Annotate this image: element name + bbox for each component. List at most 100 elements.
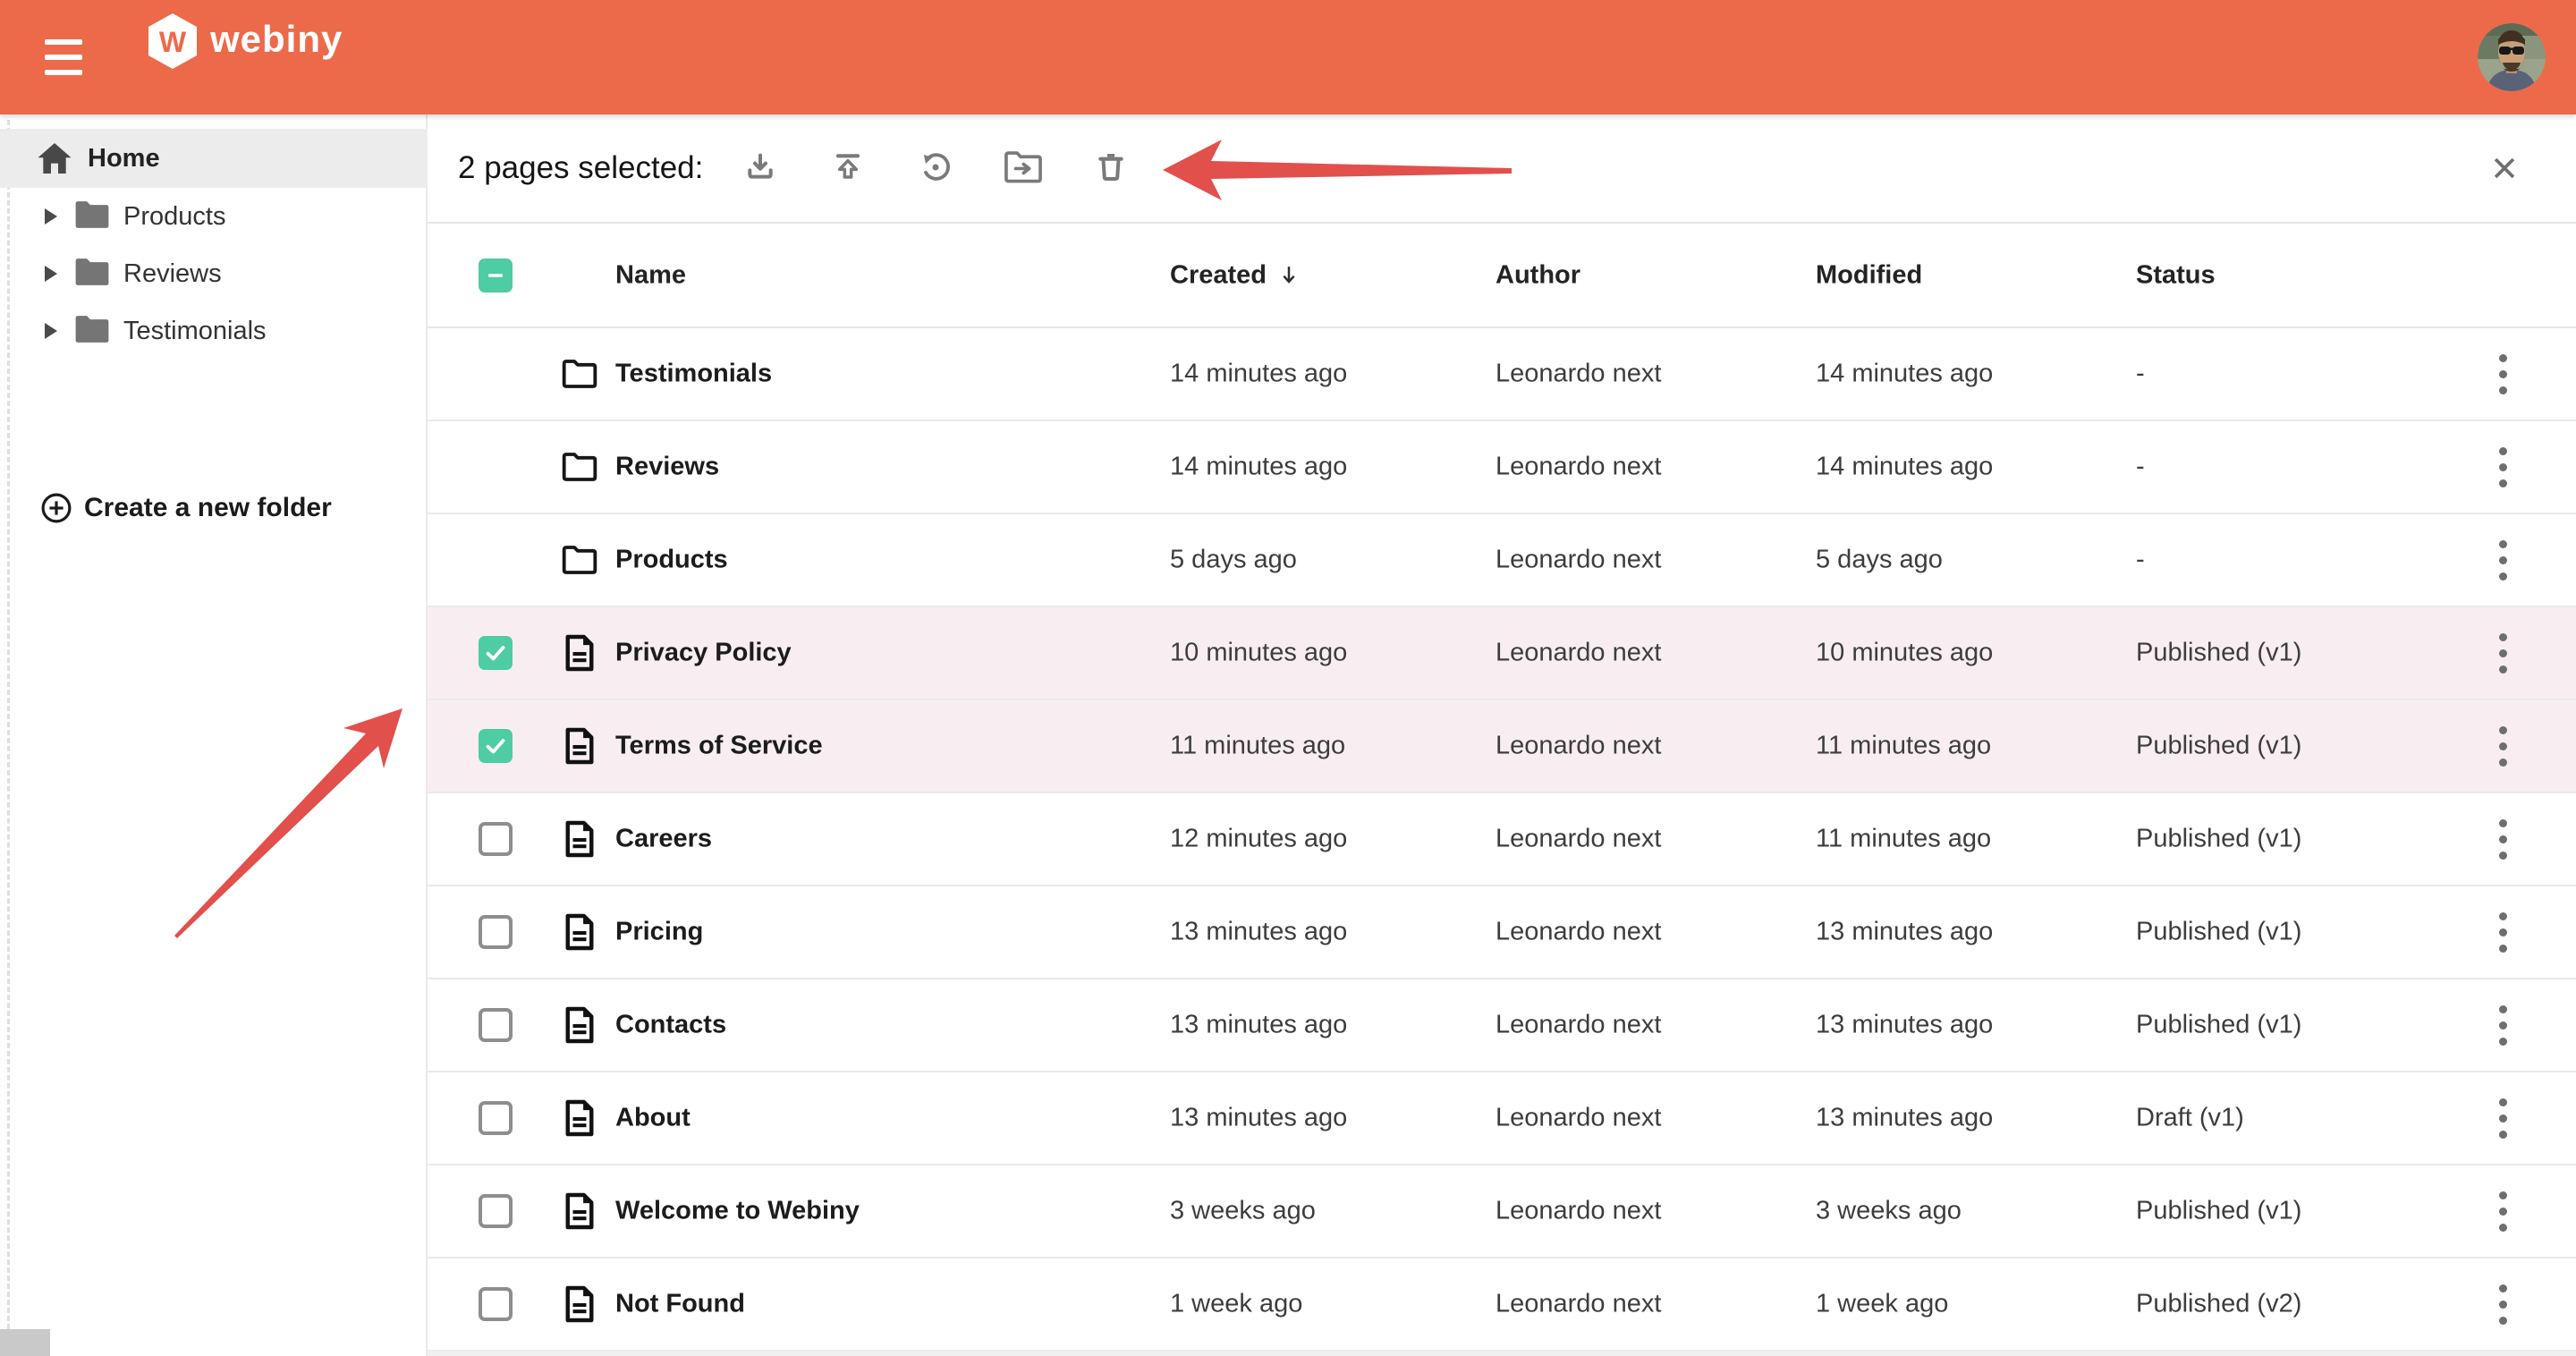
row-status: Draft (v1)	[2136, 1104, 2244, 1133]
row-menu-button[interactable]	[2485, 719, 2521, 773]
column-header-created[interactable]: Created	[1170, 260, 1302, 290]
table-row[interactable]: Products 5 days ago Leonardo next 5 days…	[428, 514, 2576, 607]
row-checkbox[interactable]	[479, 822, 513, 856]
row-menu-button[interactable]	[2485, 905, 2521, 959]
row-checkbox[interactable]	[479, 1194, 513, 1228]
row-name[interactable]: Reviews	[615, 453, 719, 482]
row-checkbox[interactable]	[479, 1008, 513, 1042]
create-folder-button[interactable]: Create a new folder	[0, 479, 428, 537]
sidebar-folder-testimonials[interactable]: Testimonials	[0, 302, 428, 360]
sidebar-home-label: Home	[88, 144, 160, 174]
table-row[interactable]: Reviews 14 minutes ago Leonardo next 14 …	[428, 421, 2576, 514]
row-author: Leonardo next	[1496, 1104, 1661, 1133]
row-menu-button[interactable]	[2485, 1091, 2521, 1145]
row-name[interactable]: Terms of Service	[615, 732, 823, 761]
row-name[interactable]: Welcome to Webiny	[615, 1197, 860, 1226]
kebab-menu-icon	[2499, 819, 2507, 860]
table-row[interactable]: Terms of Service 11 minutes ago Leonardo…	[428, 700, 2576, 793]
row-status: Published (v1)	[2136, 732, 2301, 761]
column-header-status[interactable]: Status	[2136, 260, 2216, 290]
column-header-modified[interactable]: Modified	[1816, 260, 1922, 290]
row-menu-button[interactable]	[2485, 347, 2521, 401]
kebab-menu-icon	[2499, 726, 2507, 767]
row-status: Published (v1)	[2136, 639, 2301, 668]
table-row[interactable]: Contacts 13 minutes ago Leonardo next 13…	[428, 979, 2576, 1072]
column-header-name[interactable]: Name	[615, 260, 686, 290]
column-header-author[interactable]: Author	[1496, 260, 1580, 290]
download-button[interactable]	[742, 151, 778, 187]
row-menu-button[interactable]	[2485, 1277, 2521, 1331]
sidebar-folder-products[interactable]: Products	[0, 188, 428, 245]
move-to-folder-button[interactable]	[1005, 151, 1041, 187]
menu-icon[interactable]	[45, 39, 82, 75]
table-row[interactable]: Pricing 13 minutes ago Leonardo next 13 …	[428, 886, 2576, 979]
kebab-menu-icon	[2499, 1191, 2507, 1232]
table-row[interactable]: About 13 minutes ago Leonardo next 13 mi…	[428, 1072, 2576, 1165]
kebab-menu-icon	[2499, 1005, 2507, 1046]
row-menu-button[interactable]	[2485, 998, 2521, 1052]
plus-circle-icon	[39, 491, 73, 525]
row-created: 3 weeks ago	[1170, 1197, 1316, 1226]
move-to-folder-icon	[1004, 149, 1043, 190]
row-status: Published (v2)	[2136, 1290, 2301, 1319]
avatar[interactable]	[2478, 23, 2546, 91]
expand-caret-icon[interactable]	[45, 323, 57, 339]
sidebar-folder-label: Testimonials	[123, 317, 267, 346]
close-icon[interactable]	[2489, 153, 2520, 183]
table-row[interactable]: Welcome to Webiny 3 weeks ago Leonardo n…	[428, 1165, 2576, 1259]
expand-caret-icon[interactable]	[45, 208, 57, 225]
row-status: Published (v1)	[2136, 825, 2301, 854]
row-author: Leonardo next	[1496, 360, 1661, 389]
row-menu-button[interactable]	[2485, 1184, 2521, 1238]
row-name[interactable]: Not Found	[615, 1290, 745, 1319]
kebab-menu-icon	[2499, 354, 2507, 394]
row-modified: 13 minutes ago	[1816, 1104, 1993, 1133]
row-modified: 13 minutes ago	[1816, 1011, 1993, 1040]
row-author: Leonardo next	[1496, 546, 1661, 575]
row-name[interactable]: About	[615, 1104, 691, 1133]
row-name[interactable]: Careers	[615, 825, 712, 854]
row-modified: 14 minutes ago	[1816, 453, 1993, 482]
sidebar-item-home[interactable]: Home	[0, 129, 428, 188]
row-created: 14 minutes ago	[1170, 360, 1347, 389]
row-menu-button[interactable]	[2485, 440, 2521, 494]
row-author: Leonardo next	[1496, 1011, 1661, 1040]
table-row[interactable]: Careers 12 minutes ago Leonardo next 11 …	[428, 793, 2576, 886]
svg-text:W: W	[159, 26, 187, 58]
row-checkbox[interactable]	[479, 1287, 513, 1321]
kebab-menu-icon	[2499, 1284, 2507, 1325]
bulk-actions-bar: 2 pages selected:	[428, 114, 2576, 224]
table-row[interactable]: Privacy Policy 10 minutes ago Leonardo n…	[428, 607, 2576, 700]
webiny-logo[interactable]: W webiny	[148, 13, 343, 70]
kebab-menu-icon	[2499, 912, 2507, 953]
row-status: -	[2136, 360, 2145, 389]
kebab-menu-icon	[2499, 1098, 2507, 1139]
top-app-bar: W webiny	[0, 0, 2576, 114]
row-checkbox[interactable]	[479, 915, 513, 949]
select-all-checkbox[interactable]	[479, 258, 513, 292]
expand-caret-icon[interactable]	[45, 266, 57, 282]
folder-icon	[57, 199, 111, 235]
row-checkbox[interactable]	[479, 636, 513, 670]
row-menu-button[interactable]	[2485, 812, 2521, 866]
row-created: 14 minutes ago	[1170, 453, 1347, 482]
unpublish-button[interactable]	[918, 151, 953, 187]
row-checkbox[interactable]	[479, 729, 513, 763]
row-modified: 13 minutes ago	[1816, 918, 1993, 947]
row-name[interactable]: Privacy Policy	[615, 639, 792, 668]
sidebar-folder-reviews[interactable]: Reviews	[0, 245, 428, 302]
row-name[interactable]: Testimonials	[615, 360, 772, 389]
delete-button[interactable]	[1093, 151, 1129, 187]
trash-icon	[1093, 149, 1129, 190]
publish-button[interactable]	[830, 151, 866, 187]
row-name[interactable]: Contacts	[615, 1011, 726, 1040]
row-checkbox[interactable]	[479, 1101, 513, 1135]
row-menu-button[interactable]	[2485, 626, 2521, 680]
row-name[interactable]: Pricing	[615, 918, 703, 947]
row-name[interactable]: Products	[615, 546, 728, 575]
table-row[interactable]: Testimonials 14 minutes ago Leonardo nex…	[428, 328, 2576, 421]
table-row[interactable]: Not Found 1 week ago Leonardo next 1 wee…	[428, 1259, 2576, 1352]
kebab-menu-icon	[2499, 447, 2507, 487]
row-menu-button[interactable]	[2485, 533, 2521, 587]
restore-icon	[918, 149, 953, 190]
